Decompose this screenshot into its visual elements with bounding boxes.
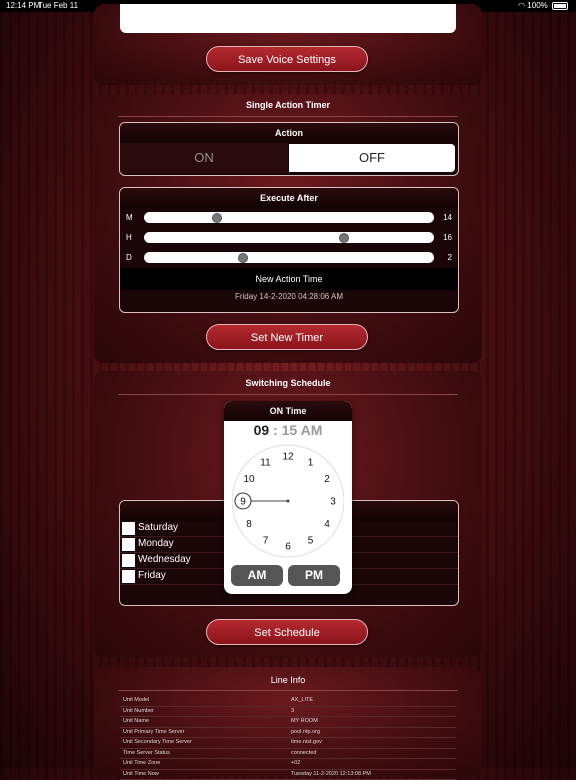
- info-value: MY ROOM: [291, 718, 318, 724]
- clock-number-10[interactable]: 10: [243, 474, 255, 485]
- day-label: Friday: [138, 570, 166, 581]
- info-key: Unit Number: [123, 708, 154, 714]
- days-slider-row: D 2: [120, 251, 458, 265]
- status-right: ◠ 100%: [518, 0, 568, 12]
- day-label: Saturday: [138, 522, 178, 533]
- info-value: connected: [291, 750, 316, 756]
- clock-number-9[interactable]: 9: [240, 497, 246, 508]
- action-toggle: ON OFF: [120, 143, 458, 173]
- clock-number-1[interactable]: 1: [308, 458, 314, 469]
- day-label: Monday: [138, 538, 174, 549]
- table-row: Unit Model AX_LITE: [120, 696, 456, 707]
- clock-number-8[interactable]: 8: [246, 519, 252, 530]
- picker-separator: :: [273, 422, 278, 438]
- info-key: Unit Model: [123, 697, 149, 703]
- hours-slider-thumb[interactable]: [339, 233, 349, 243]
- execute-after-card: Execute After M 14 H 16 D 2 New Action T…: [119, 187, 459, 313]
- line-info-table: Unit Model AX_LITE Unit Number 3 Unit Name MY…: [120, 696, 456, 780]
- picker-minute[interactable]: 15: [282, 422, 298, 438]
- am-button[interactable]: AM: [231, 565, 283, 586]
- clock-number-11[interactable]: 11: [260, 458, 271, 469]
- friday-checkbox[interactable]: [122, 570, 135, 583]
- status-date: Tue Feb 11: [38, 0, 78, 12]
- table-row: Unit Name MY ROOM: [120, 717, 456, 728]
- minutes-slider[interactable]: [144, 212, 434, 223]
- clock-number-12[interactable]: 12: [282, 452, 294, 463]
- hours-label: H: [126, 233, 132, 242]
- monday-checkbox[interactable]: [122, 538, 135, 551]
- minutes-slider-row: M 14: [120, 211, 458, 225]
- clock-number-6[interactable]: 6: [285, 542, 291, 553]
- wifi-icon: ◠: [518, 1, 525, 10]
- action-header: Action: [120, 123, 458, 143]
- info-value: pool.ntp.org: [291, 729, 320, 735]
- hours-value: 16: [443, 233, 452, 242]
- line-info-divider: [118, 690, 458, 691]
- picker-title: ON Time: [224, 401, 352, 421]
- hours-slider[interactable]: [144, 232, 434, 243]
- info-key: Unit Secondary Time Server: [123, 739, 192, 745]
- status-time: 12:14 PM: [6, 0, 40, 12]
- timer-title: Single Action Timer: [94, 100, 482, 110]
- picker-time-readout: 09 : 15 AM: [224, 422, 352, 438]
- single-action-timer-panel: Single Action Timer Action ON OFF Execut…: [94, 94, 482, 363]
- clock-number-7[interactable]: 7: [263, 536, 269, 547]
- info-key: Unit Name: [123, 718, 149, 724]
- action-off-option[interactable]: OFF: [289, 144, 455, 172]
- minutes-label: M: [126, 213, 133, 222]
- days-slider-thumb[interactable]: [238, 253, 248, 263]
- voice-settings-panel: Save Voice Settings: [94, 4, 482, 85]
- clock-number-2[interactable]: 2: [324, 474, 330, 485]
- line-info-panel: Line Info Unit ModelAX_LITEUnit Number3U…: [94, 667, 482, 777]
- set-schedule-button[interactable]: Set Schedule: [206, 619, 368, 645]
- table-row: Time Server Status connected: [120, 749, 456, 760]
- table-row: Unit Secondary Time Server time.nist.gov: [120, 738, 456, 749]
- days-slider[interactable]: [144, 252, 434, 263]
- voice-text-area[interactable]: [120, 4, 456, 33]
- minutes-slider-thumb[interactable]: [212, 213, 222, 223]
- set-new-timer-button[interactable]: Set New Timer: [206, 324, 368, 350]
- line-info-title: Line Info: [94, 675, 482, 685]
- info-key: Unit Time Zone: [123, 760, 160, 766]
- clock-number-4[interactable]: 4: [324, 519, 330, 530]
- minutes-value: 14: [443, 213, 452, 222]
- info-value: +02: [291, 760, 300, 766]
- info-value: Tuesday 11-2-2020 12:13:08 PM: [291, 771, 371, 777]
- pm-button[interactable]: PM: [288, 565, 340, 586]
- hours-slider-row: H 16: [120, 231, 458, 245]
- clock-center: [287, 500, 290, 503]
- picker-hour[interactable]: 09: [254, 422, 270, 438]
- picker-period[interactable]: AM: [301, 422, 323, 438]
- new-action-time-label: New Action Time: [120, 268, 458, 290]
- info-value: 3: [291, 708, 294, 714]
- info-value: AX_LITE: [291, 697, 313, 703]
- action-card: Action ON OFF: [119, 122, 459, 176]
- schedule-title: Switching Schedule: [94, 378, 482, 388]
- action-on-option[interactable]: ON: [120, 143, 288, 173]
- save-voice-settings-button[interactable]: Save Voice Settings: [206, 46, 368, 72]
- new-action-time-value: Friday 14-2-2020 04:28:06 AM: [120, 292, 458, 301]
- days-value: 2: [448, 253, 452, 262]
- info-key: Unit Primary Time Server: [123, 729, 184, 735]
- days-label: D: [126, 253, 132, 262]
- table-row: Unit Primary Time Server pool.ntp.org: [120, 728, 456, 739]
- execute-after-header: Execute After: [120, 188, 458, 208]
- info-key: Unit Time Now: [123, 771, 159, 777]
- clock-face[interactable]: 12 12 345 6 789 10 11: [232, 444, 344, 562]
- clock-number-5[interactable]: 5: [308, 536, 314, 547]
- on-time-picker: ON Time 09 : 15 AM 12 12 345 6 789 10 11 AM PM: [224, 401, 352, 594]
- battery-icon: [552, 2, 568, 10]
- day-label: Wednesday: [138, 554, 191, 565]
- clock-number-3[interactable]: 3: [330, 497, 336, 508]
- table-row: Unit Number 3: [120, 707, 456, 718]
- battery-percent: 100%: [527, 1, 547, 10]
- info-key: Time Server Status: [123, 750, 170, 756]
- wednesday-checkbox[interactable]: [122, 554, 135, 567]
- info-value: time.nist.gov: [291, 739, 322, 745]
- timer-divider: [118, 116, 458, 117]
- schedule-divider: [118, 394, 458, 395]
- saturday-checkbox[interactable]: [122, 522, 135, 535]
- table-row: Unit Time Now Tuesday 11-2-2020 12:13:08 …: [120, 770, 456, 780]
